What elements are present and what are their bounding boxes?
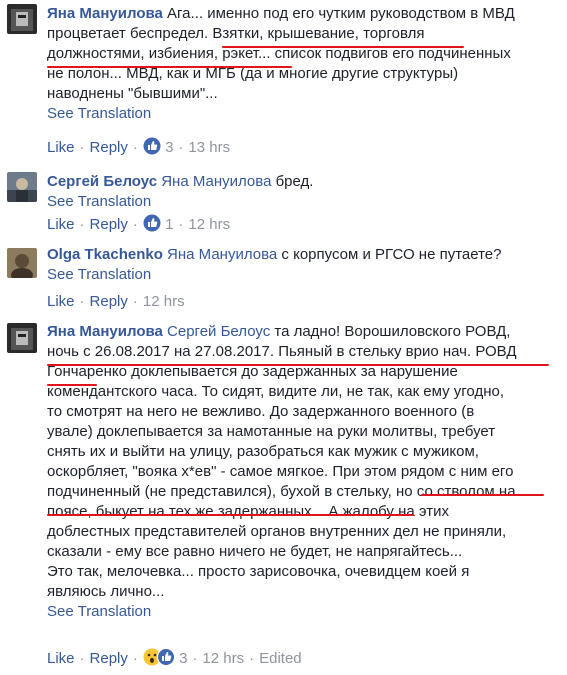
comment-text: Яна Мануилова Ага... именно под его чутк… [47,4,557,104]
red-underline [47,66,292,68]
text-line: наводнены "бывшими"... [47,85,218,102]
timestamp[interactable]: 12 hrs [202,650,244,667]
text-line: то смотрят на него не вежливо. До задерж… [47,403,475,420]
text-line: снять их и выйти на улицу, разобраться к… [47,443,479,460]
comment-text: Сергей Белоус Яна Мануилова бред. [47,172,557,192]
red-underline [222,46,464,48]
text-line: увале) доклепывается за намотанные на ру… [47,423,496,440]
see-translation-link[interactable]: See Translation [47,602,557,622]
text-line: сказали - ему все равно ничего не будет,… [47,543,463,560]
like-reaction-icon[interactable] [156,648,175,672]
avatar[interactable] [7,248,37,278]
mention-tag[interactable]: Сергей Белоус [167,323,270,340]
red-underline [47,514,414,516]
text-line: с корпусом и РГСО не путаете? [281,246,502,263]
mention-tag[interactable]: Яна Мануилова [161,173,271,190]
comment-actions: Like · Reply · 12 hrs [47,293,185,310]
red-underline [421,494,544,496]
edited-label[interactable]: Edited [259,650,302,667]
avatar[interactable] [7,4,37,34]
avatar[interactable] [7,172,37,202]
see-translation-link[interactable]: See Translation [47,192,557,212]
text-line: являюсь лично... [47,583,165,600]
like-link[interactable]: Like [47,650,75,667]
text-line: оскорбляет, "вояка х*ев" - самое мягкое.… [47,463,514,480]
reply-link[interactable]: Reply [90,139,128,156]
mention-tag[interactable]: Яна Мануилова [167,246,277,263]
reply-link[interactable]: Reply [90,293,128,310]
text-line: доблестных представителей органов внутре… [47,523,507,540]
comment-actions: Like · Reply · 3 · 13 hrs [47,137,230,157]
comment-actions: Like · Reply · 3 · 12 hrs · Edited [47,648,302,668]
see-translation-link[interactable]: See Translation [47,265,557,285]
text-line: ночь с 26.08.2017 на 27.08.2017. Пьяный … [47,343,517,360]
author-name[interactable]: Яна Мануилова [47,323,163,340]
text-line: поясе, быкует на тех же задержанных... А… [47,503,449,520]
author-name[interactable]: Яна Мануилова [47,5,163,22]
text-line: бред. [275,173,314,190]
red-underline [47,364,549,366]
avatar[interactable] [7,323,37,353]
like-link[interactable]: Like [47,293,75,310]
timestamp[interactable]: 12 hrs [143,293,185,310]
author-name[interactable]: Сергей Белоус [47,173,157,190]
reply-link[interactable]: Reply [90,650,128,667]
text-line: та ладно! Ворошиловского РОВД, [274,323,511,340]
like-link[interactable]: Like [47,139,75,156]
like-link[interactable]: Like [47,216,75,233]
reply-link[interactable]: Reply [90,216,128,233]
like-reaction-icon[interactable] [143,137,161,161]
timestamp[interactable]: 12 hrs [188,216,230,233]
text-line: процветает беспредел. Взятки, крышевание… [47,25,425,42]
like-reaction-icon[interactable] [143,214,161,238]
text-line: комендантского часа. То сидят, видите ли… [47,383,504,400]
text-line: Это так, мелочевка... просто зарисовочка… [47,563,470,580]
author-name[interactable]: Olga Tkachenko [47,246,163,263]
timestamp[interactable]: 13 hrs [188,139,230,156]
see-translation-link[interactable]: See Translation [47,104,557,124]
comment-actions: Like · Reply · 1 · 12 hrs [47,214,230,234]
text-line: Ага... именно под его чутким руководство… [167,5,515,22]
comment-text: Olga Tkachenko Яна Мануилова с корпусом … [47,245,557,265]
text-line: подчиненный (не представился), бухой в с… [47,483,516,500]
red-underline [47,384,97,386]
